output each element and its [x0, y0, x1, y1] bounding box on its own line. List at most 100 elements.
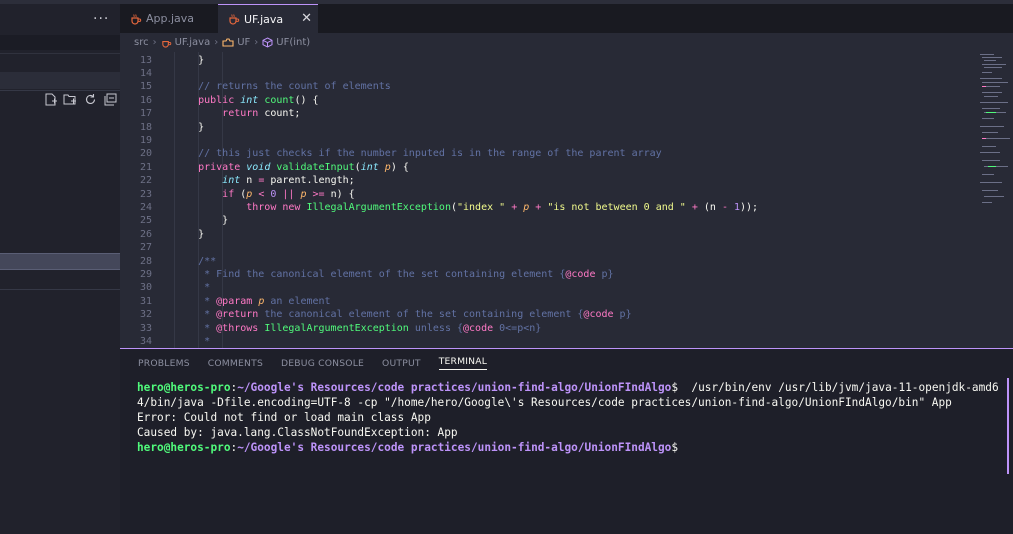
- code-line[interactable]: 20 // this just checks if the number inp…: [120, 147, 662, 160]
- line-number: 16: [139, 94, 152, 106]
- prompt-path: ~/Google's Resources/code practices/unio…: [237, 441, 672, 454]
- code-token: if: [222, 188, 241, 200]
- line-number: 19: [139, 134, 152, 146]
- code-token: validateInput: [276, 161, 355, 173]
- code-line[interactable]: 33 * @throws IllegalArgumentException un…: [120, 322, 541, 335]
- code-token: "index ": [457, 201, 506, 213]
- line-number: 18: [139, 121, 152, 133]
- collapse-all-icon[interactable]: [102, 91, 118, 107]
- tab-problems[interactable]: PROBLEMS: [138, 358, 190, 369]
- code-token: private: [198, 161, 247, 173]
- minimap[interactable]: [978, 52, 1012, 212]
- line-number: 13: [139, 54, 152, 66]
- code-token: IllegalArgumentException: [258, 322, 409, 334]
- code-line[interactable]: 16 public int count() {: [120, 94, 319, 107]
- tab-app-java[interactable]: App.java: [120, 4, 218, 33]
- code-line[interactable]: 21 private void validateInput(int p) {: [120, 161, 409, 174]
- code-text: private void validateInput(int p) {: [174, 161, 409, 174]
- code-token: @param: [216, 295, 253, 307]
- code-line[interactable]: 25 }: [120, 214, 228, 227]
- code-token: *: [198, 309, 217, 321]
- code-line[interactable]: 24 throw new IllegalArgumentException("i…: [120, 201, 758, 214]
- code-line[interactable]: 14: [120, 67, 152, 80]
- code-token: count: [264, 94, 295, 106]
- code-line[interactable]: 32 * @return the canonical element of th…: [120, 308, 632, 321]
- tab-debug-console[interactable]: DEBUG CONSOLE: [281, 358, 364, 369]
- breadcrumb-file[interactable]: UF.java: [175, 37, 211, 48]
- code-token: * Find the canonical element of the set …: [198, 268, 566, 280]
- refresh-icon[interactable]: [82, 91, 98, 107]
- more-actions-button[interactable]: ···: [93, 11, 109, 27]
- code-line[interactable]: 27: [120, 241, 152, 254]
- java-coffee-icon: [161, 37, 172, 48]
- code-line[interactable]: 31 * @param p an element: [120, 295, 331, 308]
- prompt-user: hero@heros-pro: [137, 381, 231, 394]
- code-text: *: [174, 281, 210, 294]
- tab-uf-java[interactable]: UF.java ✕: [218, 4, 318, 33]
- code-token: // this just checks if the number inpute…: [198, 148, 662, 160]
- code-token: an element: [264, 295, 331, 307]
- code-text: public int count() {: [174, 94, 318, 107]
- code-token: public: [198, 94, 241, 106]
- tab-comments[interactable]: COMMENTS: [208, 358, 263, 369]
- new-file-icon[interactable]: [42, 91, 58, 107]
- new-folder-icon[interactable]: [62, 91, 78, 107]
- code-token: ) {: [390, 161, 409, 173]
- sidebar-divider: [0, 53, 120, 54]
- breadcrumb-class[interactable]: UF: [237, 37, 250, 48]
- code-text: * @throws IllegalArgumentException unles…: [174, 322, 541, 335]
- code-token: <: [252, 188, 271, 200]
- code-editor[interactable]: 13 } 14 15 // returns the count of element…: [120, 52, 1013, 348]
- line-number: 17: [139, 108, 152, 120]
- code-line[interactable]: 23 if (p < 0 || p >= n) {: [120, 188, 355, 201]
- prompt-path: ~/Google's Resources/code practices/unio…: [237, 381, 672, 394]
- code-token: (n: [703, 201, 722, 213]
- code-token: *: [198, 295, 217, 307]
- chevron-right-icon: ›: [214, 37, 219, 48]
- code-token: +: [685, 201, 704, 213]
- explorer-section-header[interactable]: [0, 72, 120, 89]
- code-line[interactable]: 22 int n = parent.length;: [120, 174, 355, 187]
- tab-output[interactable]: OUTPUT: [382, 358, 421, 369]
- code-token: parent.length;: [270, 175, 355, 187]
- code-token: // returns the count of elements: [198, 81, 391, 93]
- tab-terminal[interactable]: TERMINAL: [438, 356, 488, 370]
- code-line[interactable]: 18 }: [120, 121, 204, 134]
- chevron-right-icon: ›: [152, 37, 157, 48]
- code-line[interactable]: 28 /**: [120, 255, 216, 268]
- code-token: -: [721, 201, 734, 213]
- bottom-panel: PROBLEMS COMMENTS DEBUG CONSOLE OUTPUT T…: [120, 348, 1013, 534]
- code-line[interactable]: 17 return count;: [120, 107, 301, 120]
- panel-tabs: PROBLEMS COMMENTS DEBUG CONSOLE OUTPUT T…: [120, 349, 488, 377]
- code-text: // this just checks if the number inpute…: [174, 147, 662, 160]
- code-text: /**: [174, 255, 216, 268]
- chevron-right-icon: ›: [254, 37, 259, 48]
- code-token: @code: [463, 322, 494, 334]
- code-token: }: [198, 54, 205, 66]
- sidebar-section-band: [0, 35, 120, 50]
- line-number: 14: [139, 67, 152, 79]
- terminal-scrollbar[interactable]: [1007, 378, 1009, 474]
- breadcrumb-folder[interactable]: src: [134, 37, 149, 48]
- selected-tree-item[interactable]: [0, 253, 120, 270]
- breadcrumb-method[interactable]: UF(int): [276, 37, 310, 48]
- terminal-output[interactable]: hero@heros-pro:~/Google's Resources/code…: [137, 380, 1003, 455]
- terminal-prompt-line: hero@heros-pro:~/Google's Resources/code…: [137, 441, 679, 454]
- line-number: 15: [139, 81, 152, 93]
- code-line[interactable]: 19: [120, 134, 152, 147]
- code-token: }: [198, 121, 205, 133]
- code-line[interactable]: 34 *: [120, 335, 210, 348]
- code-token: ));: [740, 201, 759, 213]
- code-token: @return: [216, 309, 259, 321]
- code-line[interactable]: 29 * Find the canonical element of the s…: [120, 268, 614, 281]
- code-token: count;: [264, 108, 301, 120]
- terminal-error-line: Error: Could not find or load main class…: [137, 411, 431, 424]
- code-line[interactable]: 26 }: [120, 228, 204, 241]
- code-token: ||: [276, 188, 301, 200]
- code-token: int: [222, 175, 247, 187]
- close-tab-icon[interactable]: ✕: [301, 11, 312, 26]
- code-line[interactable]: 30 *: [120, 281, 210, 294]
- code-line[interactable]: 15 // returns the count of elements: [120, 80, 391, 93]
- code-line[interactable]: 13 }: [120, 54, 204, 67]
- code-token: *: [198, 322, 217, 334]
